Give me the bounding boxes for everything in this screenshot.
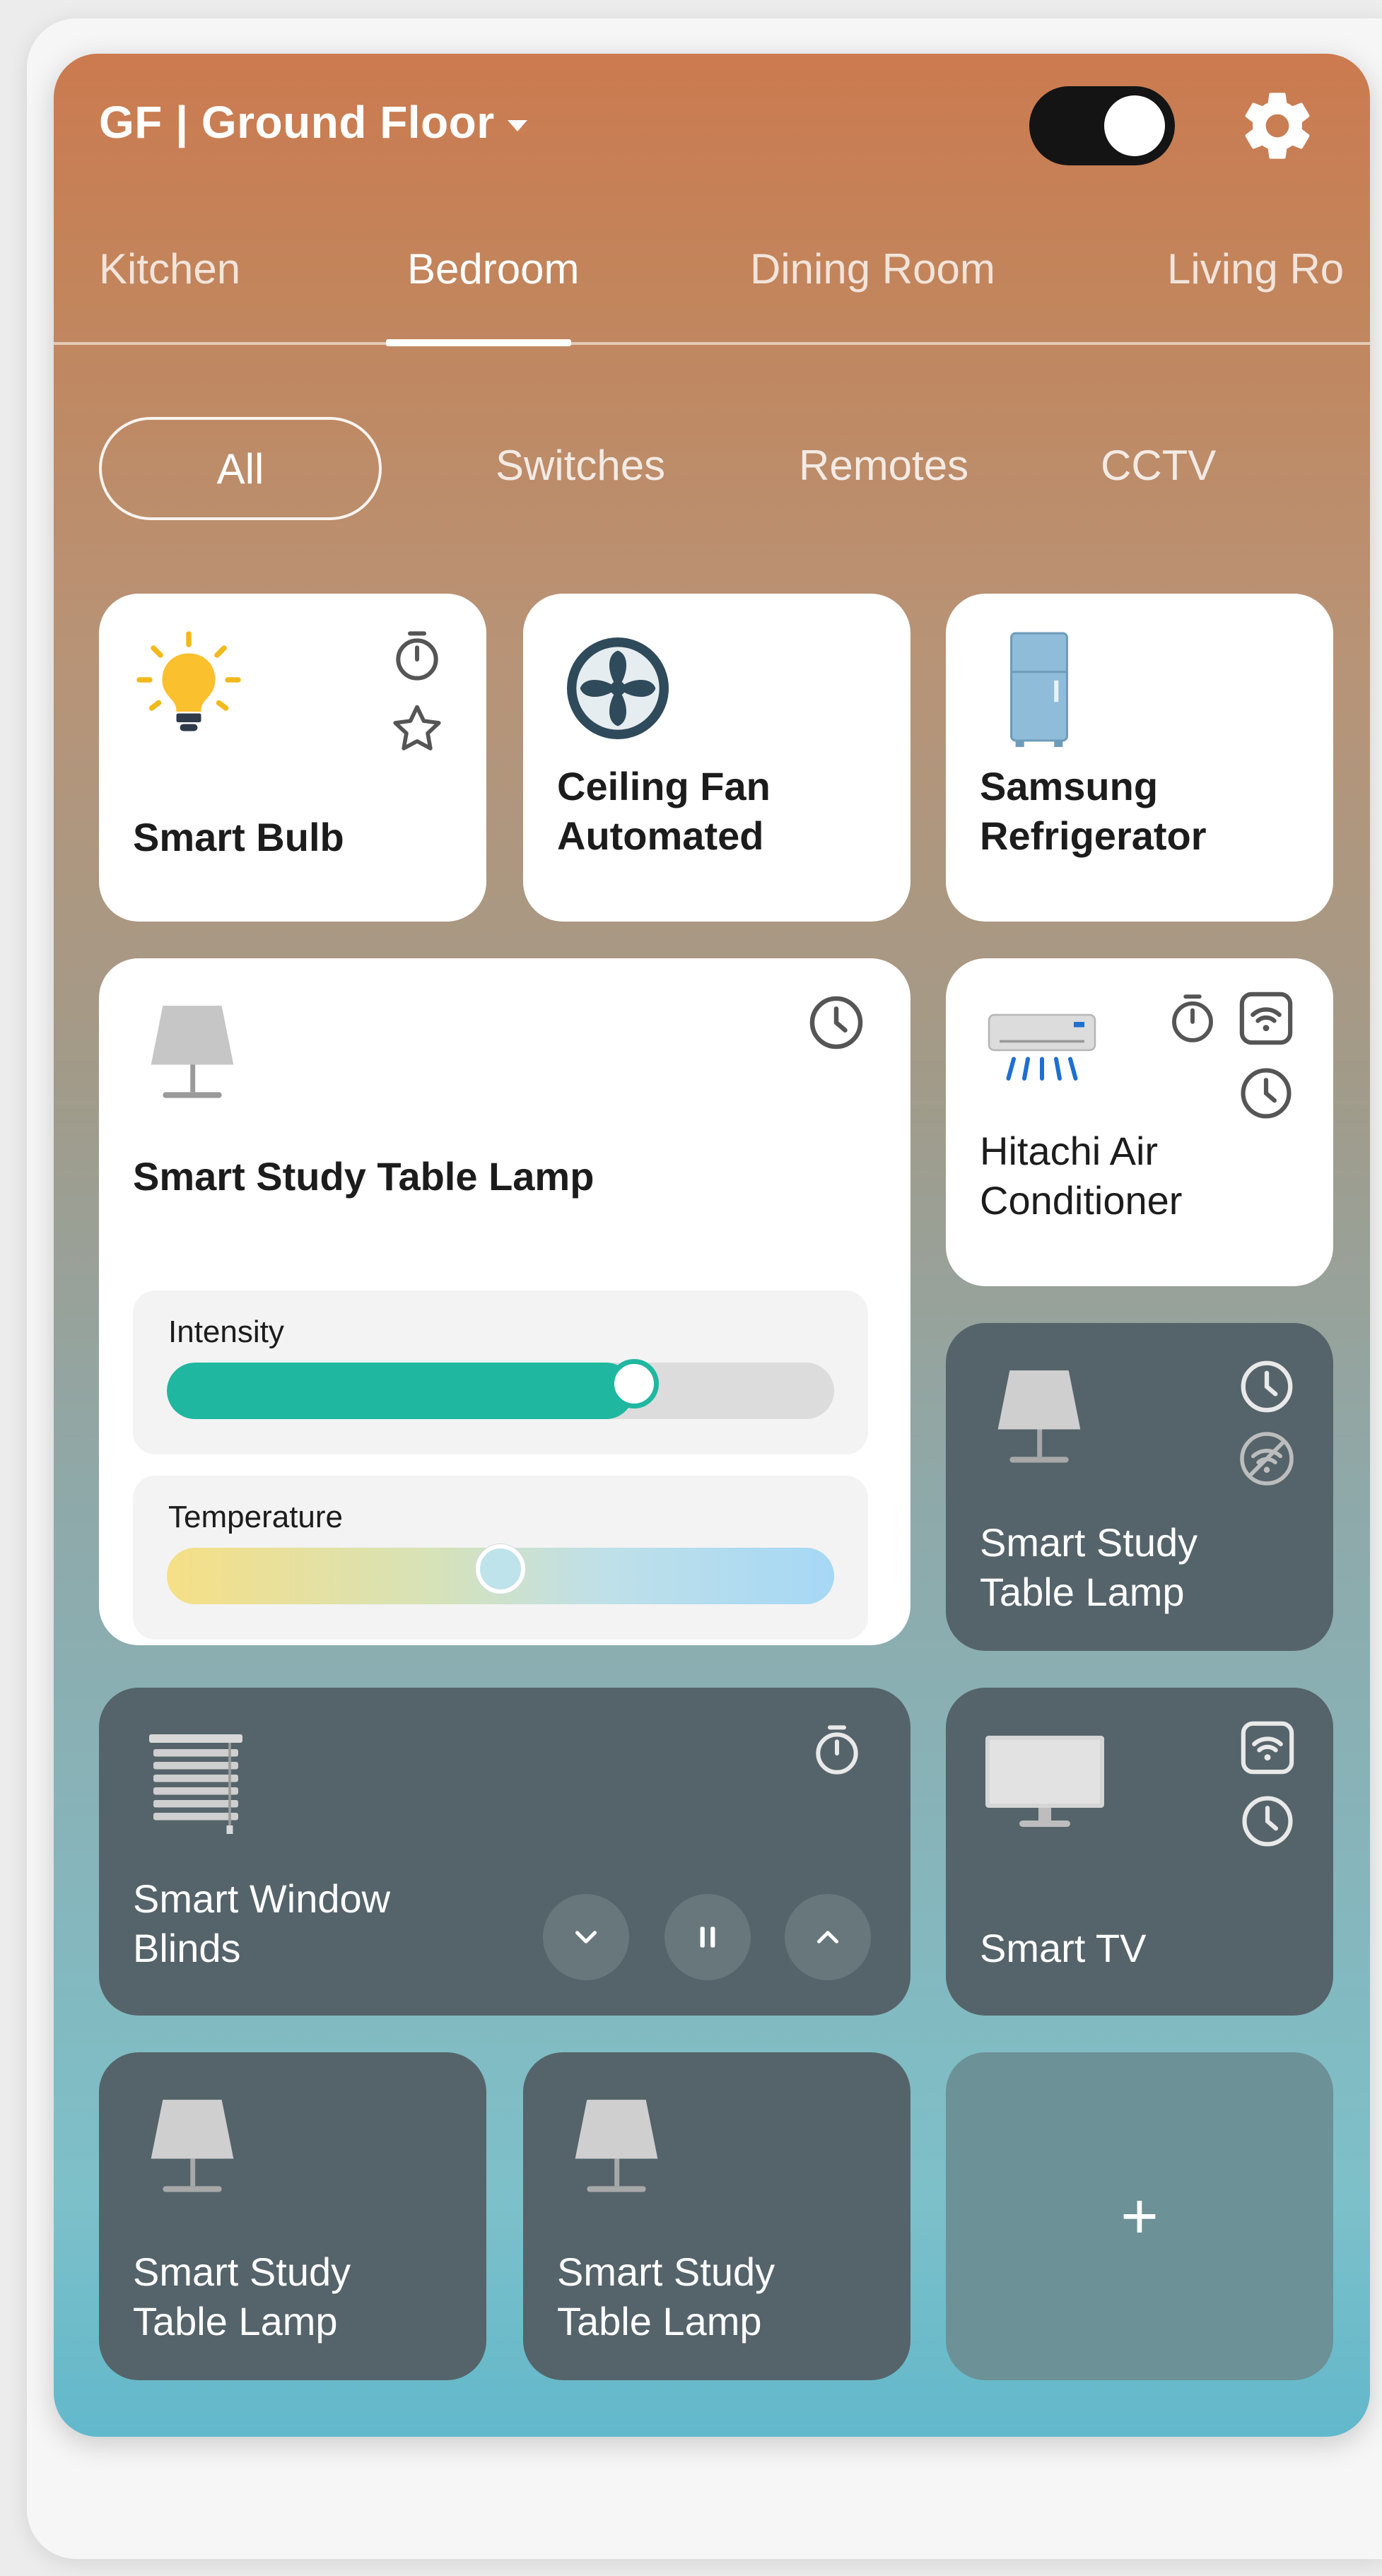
wifi-off-icon[interactable]: [1237, 1429, 1296, 1488]
timer-icon[interactable]: [809, 1722, 865, 1778]
device-card-refrigerator[interactable]: Samsung Refrigerator: [946, 594, 1333, 922]
temperature-label: Temperature: [168, 1500, 344, 1534]
pause-icon: [700, 1927, 715, 1948]
plus-icon: +: [1120, 2180, 1159, 2252]
device-card-study-lamp-2[interactable]: Smart Study Table Lamp: [946, 1323, 1333, 1651]
blinds-pause-button[interactable]: [664, 1894, 751, 1980]
device-name-line2: Automated: [557, 813, 764, 858]
device-name: Smart Bulb: [133, 815, 344, 859]
filter-all[interactable]: All: [99, 417, 382, 520]
filter-cctv[interactable]: CCTV: [1101, 441, 1216, 490]
clock-icon[interactable]: [1237, 1064, 1295, 1122]
tab-divider: [54, 342, 1370, 345]
device-name: Smart Study Table Lamp: [133, 1154, 595, 1199]
blinds-up-button[interactable]: [785, 1894, 871, 1980]
device-card-ceiling-fan[interactable]: Ceiling Fan Automated: [523, 594, 910, 922]
device-name-line2: Refrigerator: [980, 813, 1207, 858]
lightbulb-icon: [136, 631, 241, 731]
device-card-air-conditioner[interactable]: Hitachi Air Conditioner: [946, 958, 1333, 1286]
floor-selector[interactable]: GF | Ground Floor: [99, 96, 527, 148]
chevron-down-icon: [507, 120, 527, 132]
active-tab-indicator: [386, 339, 571, 346]
tab-dining-room[interactable]: Dining Room: [750, 245, 995, 293]
gear-icon[interactable]: [1238, 86, 1317, 165]
device-name-line2: Table Lamp: [133, 2299, 338, 2343]
device-name-line1: Hitachi Air: [980, 1129, 1159, 1173]
device-card-study-lamp-3[interactable]: Smart Study Table Lamp: [99, 2052, 486, 2380]
refrigerator-icon: [1010, 632, 1068, 747]
device-card-window-blinds[interactable]: Smart Window Blinds: [99, 1688, 910, 2016]
window-blinds-icon: [149, 1734, 242, 1834]
tab-kitchen[interactable]: Kitchen: [99, 245, 240, 293]
device-name-line2: Table Lamp: [980, 1570, 1185, 1614]
device-name-line1: Samsung: [980, 764, 1159, 808]
blinds-down-button[interactable]: [543, 1894, 629, 1980]
toggle-knob: [1104, 95, 1165, 156]
chevron-down-icon: [575, 1931, 597, 1943]
device-card-study-lamp-main[interactable]: Smart Study Table Lamp Intensity Tempera…: [99, 958, 910, 1645]
device-card-study-lamp-4[interactable]: Smart Study Table Lamp: [523, 2052, 910, 2380]
floor-title: GF | Ground Floor: [99, 97, 495, 148]
device-card-smart-bulb[interactable]: Smart Bulb: [99, 594, 486, 922]
intensity-fill: [167, 1363, 634, 1419]
temperature-control: Temperature: [133, 1476, 868, 1640]
lamp-icon: [151, 2100, 234, 2192]
device-name-line2: Blinds: [133, 1926, 241, 1970]
device-name-line1: Ceiling Fan: [557, 764, 771, 808]
intensity-track[interactable]: [167, 1363, 834, 1419]
temperature-slider-handle[interactable]: [476, 1544, 525, 1594]
tab-bedroom[interactable]: Bedroom: [407, 245, 579, 293]
fan-icon: [567, 637, 669, 739]
smart-home-panel: GF | Ground Floor Kitchen Bedroom Dining…: [54, 54, 1370, 2437]
wifi-icon[interactable]: [1238, 1719, 1296, 1777]
tv-icon: [985, 1736, 1104, 1827]
timer-icon[interactable]: [1165, 991, 1220, 1046]
clock-icon[interactable]: [1237, 1357, 1296, 1416]
clock-icon[interactable]: [1238, 1792, 1296, 1850]
air-conditioner-icon: [988, 1013, 1096, 1081]
intensity-label: Intensity: [168, 1315, 284, 1349]
tab-living-room[interactable]: Living Ro: [1167, 245, 1344, 293]
lamp-icon: [151, 1006, 234, 1098]
device-card-smart-tv[interactable]: Smart TV: [946, 1688, 1333, 2016]
timer-icon[interactable]: [389, 628, 445, 684]
star-icon[interactable]: [387, 700, 447, 759]
device-name-line2: Table Lamp: [557, 2299, 762, 2343]
lamp-icon: [575, 2100, 658, 2192]
device-name: Smart TV: [980, 1926, 1147, 1970]
add-device-button[interactable]: +: [946, 2052, 1333, 2380]
device-name-line2: Conditioner: [980, 1178, 1183, 1223]
power-toggle[interactable]: [1029, 86, 1175, 165]
device-name-line1: Smart Study: [557, 2249, 775, 2294]
lamp-icon: [997, 1370, 1081, 1463]
device-name-line1: Smart Study: [133, 2249, 351, 2294]
clock-icon[interactable]: [806, 992, 867, 1053]
intensity-control: Intensity: [133, 1290, 868, 1454]
device-name-line1: Smart Window: [133, 1876, 391, 1921]
chevron-up-icon: [817, 1931, 838, 1943]
device-name-line1: Smart Study: [980, 1520, 1198, 1565]
filter-remotes[interactable]: Remotes: [799, 441, 968, 490]
wifi-icon[interactable]: [1237, 989, 1295, 1047]
filter-switches[interactable]: Switches: [496, 441, 665, 490]
intensity-slider-handle[interactable]: [609, 1359, 659, 1408]
